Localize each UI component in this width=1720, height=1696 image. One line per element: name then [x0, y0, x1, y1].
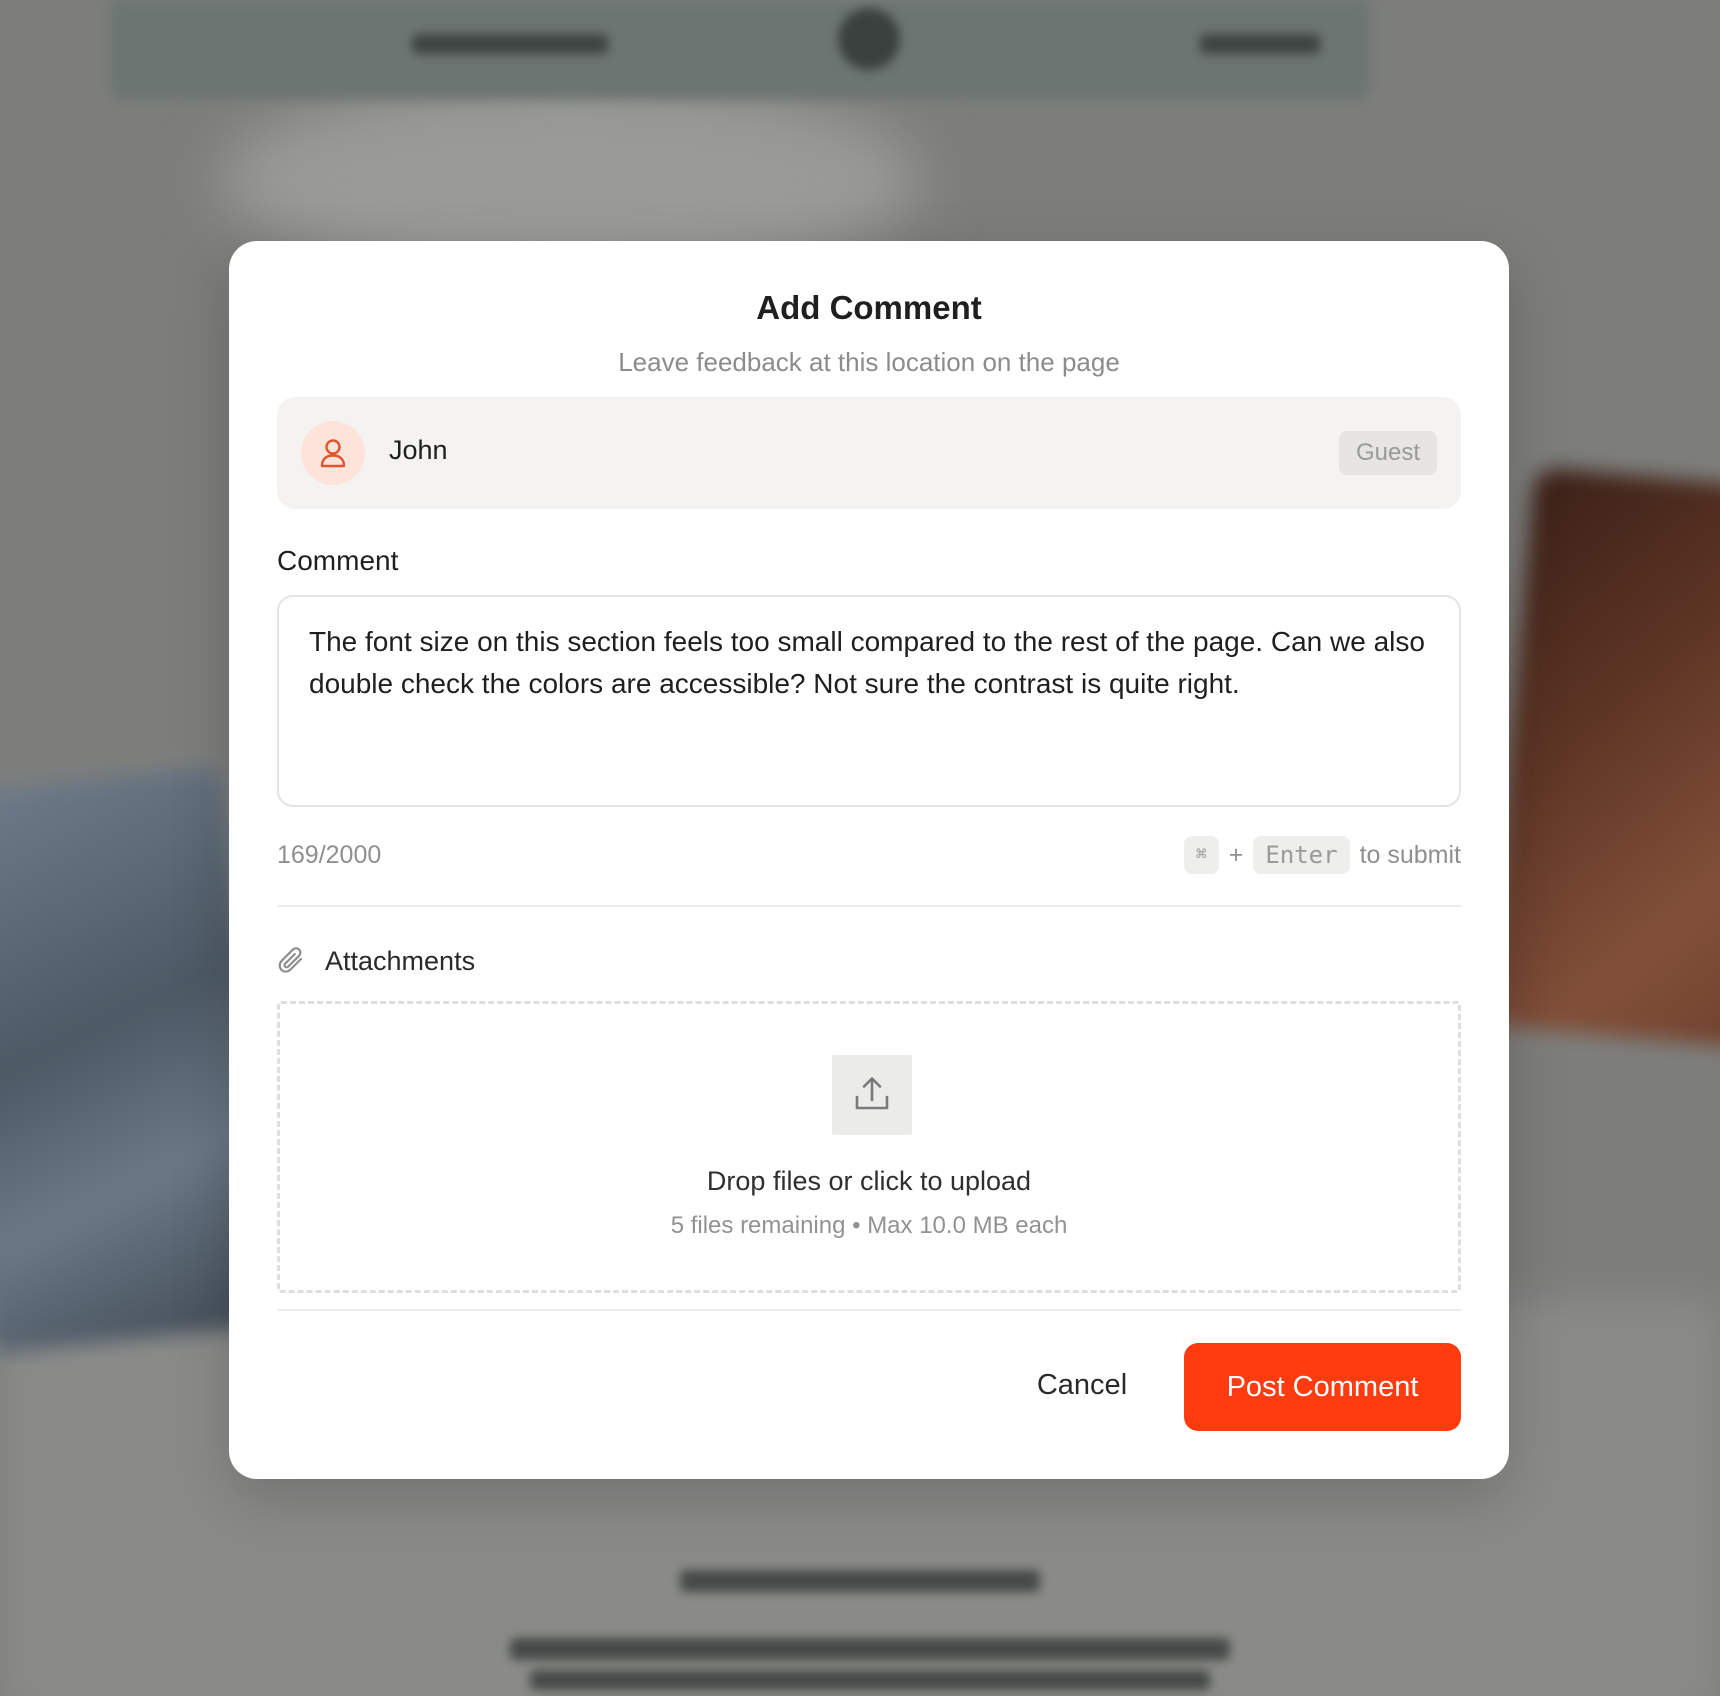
- background-header: [110, 0, 1370, 100]
- file-dropzone[interactable]: Drop files or click to upload 5 files re…: [277, 1001, 1461, 1293]
- user-icon: [320, 439, 346, 468]
- user-card: John Guest: [277, 397, 1461, 509]
- shortcut-plus: +: [1228, 840, 1244, 869]
- character-count: 169/2000: [277, 841, 382, 869]
- dropzone-subtitle: 5 files remaining • Max 10.0 MB each: [670, 1212, 1068, 1239]
- add-comment-dialog: Add Comment Leave feedback at this locat…: [229, 241, 1509, 1479]
- section-divider: [277, 905, 1461, 907]
- post-comment-button[interactable]: Post Comment: [1184, 1343, 1461, 1431]
- avatar: [301, 421, 365, 485]
- background-text: [680, 1570, 1040, 1592]
- background-nav-text: [412, 34, 608, 54]
- footer-divider: [277, 1309, 1461, 1311]
- guest-badge: Guest: [1338, 431, 1437, 475]
- dialog-subtitle: Leave feedback at this location on the p…: [618, 347, 1120, 377]
- background-text: [530, 1670, 1210, 1690]
- paperclip-icon: [278, 947, 303, 973]
- attachments-header: Attachments: [277, 941, 475, 981]
- background-nav-text: [1200, 34, 1320, 54]
- submit-shortcut-hint: ⌘ + Enter to submit: [1183, 835, 1461, 875]
- comment-label: Comment: [277, 545, 399, 576]
- background-image: [1486, 466, 1720, 1054]
- dropzone-title: Drop files or click to upload: [706, 1166, 1032, 1196]
- enter-key: Enter: [1253, 836, 1350, 874]
- comment-textarea[interactable]: The font size on this section feels too …: [277, 595, 1461, 807]
- cancel-button[interactable]: Cancel: [997, 1341, 1167, 1429]
- attachments-label: Attachments: [325, 945, 476, 976]
- shortcut-suffix: to submit: [1359, 840, 1461, 869]
- user-name: John: [389, 435, 448, 465]
- upload-icon: [855, 1077, 889, 1110]
- background-text: [510, 1638, 1230, 1660]
- background-logo: [838, 8, 900, 70]
- dialog-title: Add Comment: [756, 289, 982, 326]
- command-key: ⌘: [1183, 836, 1219, 874]
- upload-icon-tile: [832, 1055, 912, 1135]
